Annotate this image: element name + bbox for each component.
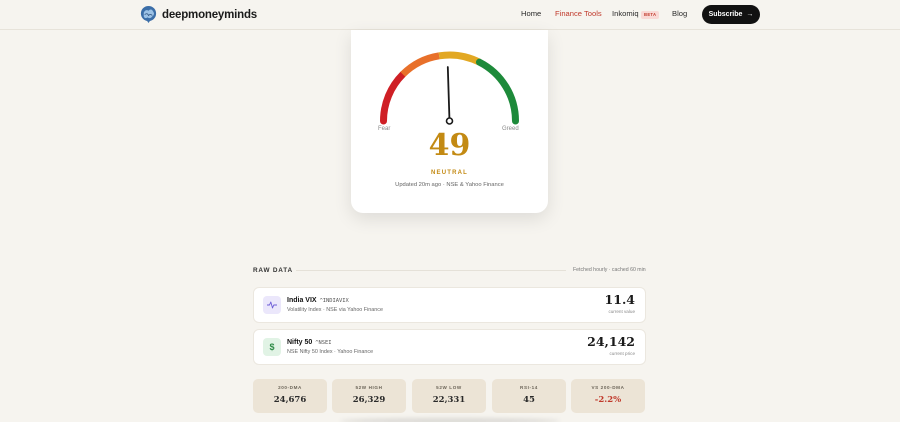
row-value: 11.4: [604, 292, 635, 307]
stat-label: 52W LOW: [436, 385, 462, 390]
stat-value: 45: [523, 395, 535, 405]
gauge-segment-fear: [380, 70, 407, 125]
stat-52w-high: 52W HIGH 26,329: [332, 379, 406, 413]
sentiment-label: NEUTRAL: [430, 170, 469, 176]
stat-52w-low: 52W LOW 22,331: [412, 379, 486, 413]
nav-finance-tools[interactable]: Finance Tools: [555, 9, 602, 18]
row-value: 24,142: [587, 334, 635, 349]
row-name: Nifty 50 ^NSEI: [287, 339, 332, 346]
stat-value: 24,676: [273, 395, 307, 405]
stat-label: VS 200-DMA: [591, 385, 625, 390]
row-description: NSE Nifty 50 Index · Yahoo Finance: [287, 349, 374, 355]
gauge-segment-greed: [475, 58, 519, 125]
row-symbol: ^NSEI: [315, 340, 332, 346]
row-name: India VIX ^INDIAVIX: [287, 297, 349, 304]
raw-data-note: Fetched hourly · cached 60 min: [573, 267, 646, 273]
stat-vs-200-dma: VS 200-DMA -2.2%: [571, 379, 645, 413]
nav-inkomiq[interactable]: Inkomiq: [612, 9, 639, 18]
data-row-india-vix: India VIX ^INDIAVIX Volatility Index · NS…: [253, 287, 646, 323]
gauge-needle: [446, 66, 451, 122]
stat-label: 200-DMA: [278, 385, 302, 390]
subscribe-label: Subscribe: [708, 11, 743, 18]
row-description: Volatility Index · NSE via Yahoo Finance: [287, 307, 383, 313]
stat-value: 22,331: [432, 395, 466, 405]
nav-blog[interactable]: Blog: [672, 9, 687, 18]
updated-text: Updated 20m ago · NSE & Yahoo Finance: [395, 182, 504, 188]
stat-label: 52W HIGH: [355, 385, 383, 390]
stat-label: RSI-14: [520, 385, 538, 390]
beta-badge: BETA: [641, 10, 660, 19]
stat-rsi-14: RSI-14 45: [492, 379, 566, 413]
raw-data-title: RAW DATA: [253, 267, 293, 274]
data-row-nifty-50: $ Nifty 50 ^NSEI NSE Nifty 50 Index · Yah…: [253, 329, 646, 365]
gauge-pivot: [445, 117, 454, 125]
row-sublabel: current price: [609, 351, 635, 356]
row-symbol: ^INDIAVIX: [319, 298, 349, 304]
row-sublabel: current value: [608, 309, 635, 314]
raw-data-divider: [296, 270, 566, 271]
stat-200-dma: 200-DMA 24,676: [253, 379, 327, 413]
gauge-score: 49: [428, 128, 471, 163]
gauge-segment-amber: [438, 51, 482, 66]
stat-value: -2.2%: [594, 395, 622, 405]
nav-home[interactable]: Home: [521, 9, 541, 18]
main-nav: Home Finance Tools Inkomiq Blog: [0, 9, 900, 21]
subscribe-button[interactable]: Subscribe →: [702, 5, 760, 24]
gauge-segment-orange: [400, 52, 440, 77]
fear-greed-gauge-card: Fear Greed 49 NEUTRAL Updated 20m ago · …: [351, 30, 548, 213]
arrow-right-icon: →: [746, 11, 754, 18]
dollar-icon: $: [263, 338, 281, 356]
gauge-dial: [380, 51, 519, 125]
bottom-card-shadow: [340, 418, 560, 422]
activity-icon: [263, 296, 281, 314]
site-header: deepmoneyminds Home Finance Tools Inkomi…: [0, 0, 900, 30]
stat-value: 26,329: [352, 395, 386, 405]
